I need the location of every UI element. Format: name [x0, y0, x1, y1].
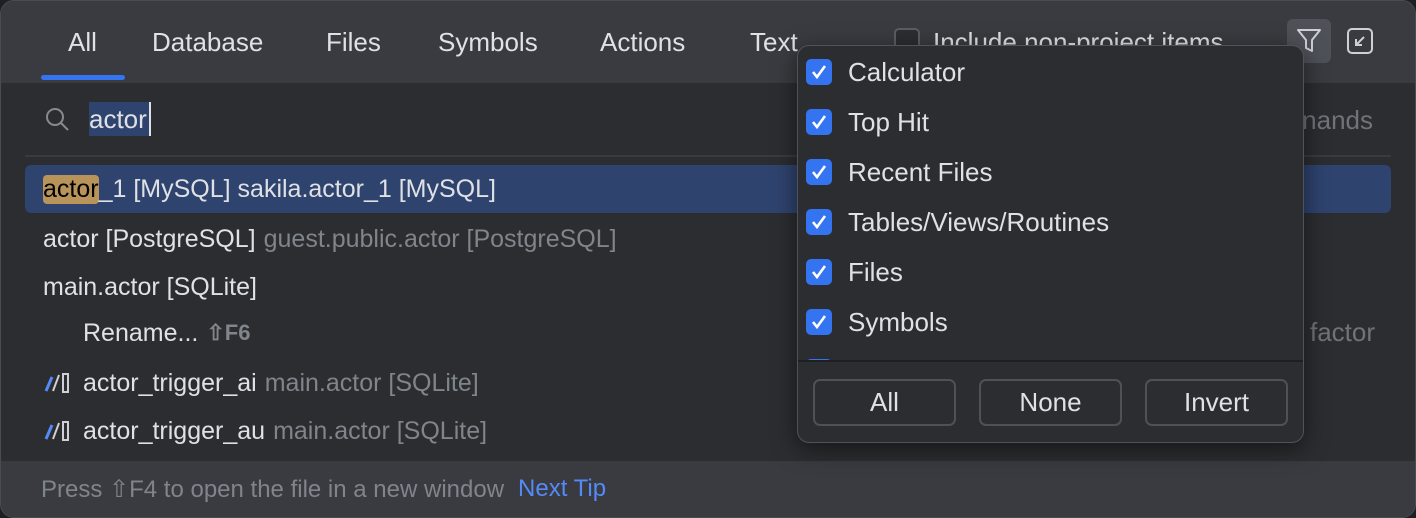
result-category: factor [1309, 317, 1375, 347]
footer: Press ⇧F4 to open the file in a new wind… [1, 461, 1415, 517]
trigger-icon [43, 371, 73, 395]
search-everywhere-window: All Database Files Symbols Actions Text … [0, 0, 1416, 518]
tab-files[interactable]: Files [326, 27, 381, 58]
search-icon [46, 108, 69, 131]
tab-text[interactable]: Text [750, 27, 798, 58]
search-input[interactable]: actor [89, 102, 151, 136]
filter-item-recent-files[interactable]: Recent Files [806, 152, 993, 192]
active-tab-indicator [41, 75, 125, 80]
result-detail: main.actor [SQLite] [264, 368, 479, 397]
tab-database[interactable]: Database [152, 27, 263, 58]
match-highlight: actor [43, 174, 99, 204]
search-hint: nands [1302, 105, 1373, 135]
filter-item-partial[interactable] [806, 352, 848, 360]
divider [798, 360, 1303, 362]
checkbox-checked-icon[interactable] [806, 209, 832, 235]
filter-item-label: Files [848, 256, 903, 287]
select-none-button[interactable]: None [979, 379, 1122, 426]
filter-item-files[interactable]: Files [806, 252, 903, 292]
filter-item-label: Top Hit [848, 106, 929, 137]
filter-item-label: Calculator [848, 56, 966, 87]
result-name: main.actor [SQLite] [43, 272, 257, 301]
result-detail: guest.public.actor [PostgreSQL] [263, 224, 617, 253]
checkbox-checked-icon[interactable] [806, 159, 832, 185]
tab-symbols[interactable]: Symbols [438, 27, 538, 58]
collapse-button[interactable] [1347, 28, 1373, 54]
filter-item-label: Recent Files [848, 156, 993, 187]
result-name: actor_trigger_ai [83, 368, 257, 397]
tab-all[interactable]: All [68, 27, 97, 58]
filter-item-label: Symbols [848, 306, 948, 337]
result-name: actor [PostgreSQL] [43, 224, 256, 253]
tip-text: Press ⇧F4 to open the file in a new wind… [41, 475, 505, 503]
filter-item-tables[interactable]: Tables/Views/Routines [806, 202, 1109, 242]
next-tip-link[interactable]: Next Tip [518, 475, 606, 503]
tab-actions[interactable]: Actions [600, 27, 685, 58]
result-name: actor_trigger_au [83, 416, 266, 445]
filter-item-top-hit[interactable]: Top Hit [806, 102, 929, 142]
shortcut: ⇧F6 [206, 320, 251, 345]
filter-item-symbols[interactable]: Symbols [806, 302, 948, 342]
filter-list[interactable]: Calculator Top Hit Recent Files Tables/V… [798, 46, 1303, 360]
trigger-icon [43, 419, 73, 443]
checkbox-checked-icon[interactable] [806, 59, 832, 85]
filter-item-calculator[interactable]: Calculator [806, 52, 965, 92]
collapse-icon [1347, 28, 1373, 54]
result-detail: main.actor [SQLite] [273, 416, 488, 445]
checkbox-checked-icon[interactable] [806, 109, 832, 135]
invert-selection-button[interactable]: Invert [1145, 379, 1288, 426]
result-name: Rename... [83, 318, 199, 347]
select-all-button[interactable]: All [813, 379, 956, 426]
filter-item-label: Tables/Views/Routines [848, 206, 1110, 237]
checkbox-checked-icon[interactable] [806, 259, 832, 285]
result-name: _1 [MySQL] sakila.actor_1 [MySQL] [98, 174, 496, 203]
checkbox-checked-icon[interactable] [806, 309, 832, 335]
filter-popup: Calculator Top Hit Recent Files Tables/V… [797, 45, 1304, 443]
